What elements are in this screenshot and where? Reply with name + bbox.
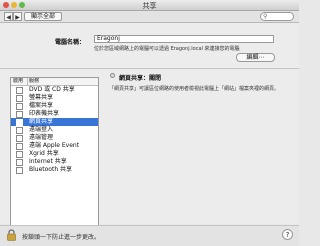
edit-button[interactable]: 編輯⋯	[236, 53, 275, 62]
search-icon: ⚲	[263, 13, 268, 20]
search-field[interactable]: ⚲	[260, 12, 294, 21]
help-button[interactable]: ?	[282, 229, 293, 240]
service-list-header: 啟用 服務	[11, 78, 98, 86]
status-indicator-icon	[110, 73, 115, 78]
computer-name-help: 位於您區域網路上的電腦可以透過 Eragonj.local 來連接您的電腦	[94, 46, 240, 52]
service-label: 遠端 Apple Event	[29, 142, 80, 149]
service-list[interactable]: 啟用 服務 DVD 或 CD 共享 螢幕共享 檔案共享 印表機共享 網頁共享 遠…	[10, 77, 99, 232]
service-checkbox[interactable]	[16, 159, 23, 166]
service-label: 螢幕共享	[29, 94, 54, 101]
column-on[interactable]: 啟用	[13, 78, 23, 85]
service-row[interactable]: 遠端管理	[11, 134, 98, 142]
forward-button[interactable]: ▶	[13, 12, 22, 21]
service-checkbox[interactable]	[16, 127, 23, 134]
service-row[interactable]: Xgrid 共享	[11, 150, 98, 158]
column-service[interactable]: 服務	[29, 78, 39, 85]
show-all-button[interactable]: 顯示全部	[24, 12, 62, 21]
computer-name-label: 電腦名稱：	[55, 39, 86, 46]
service-checkbox[interactable]	[16, 111, 23, 118]
service-row[interactable]: 遠端 Apple Event	[11, 142, 98, 150]
service-checkbox[interactable]	[16, 87, 23, 94]
service-checkbox[interactable]	[16, 151, 23, 158]
sharing-pane: 電腦名稱： Eragonj 位於您區域網路上的電腦可以透過 Eragonj.lo…	[0, 23, 299, 232]
computer-name-input[interactable]: Eragonj	[94, 35, 274, 43]
service-row[interactable]: 螢幕共享	[11, 94, 98, 102]
service-row[interactable]: DVD 或 CD 共享	[11, 86, 98, 94]
service-label: 印表機共享	[29, 110, 60, 117]
service-checkbox[interactable]	[16, 143, 23, 150]
service-label: 遠端管理	[29, 134, 54, 141]
service-label: Bluetooth 共享	[29, 166, 73, 173]
divider	[0, 68, 299, 69]
service-row[interactable]: Bluetooth 共享	[11, 166, 98, 174]
toolbar: ◀ ▶ 顯示全部 ⚲	[0, 11, 299, 23]
service-label: Xgrid 共享	[29, 150, 59, 157]
service-status: 網頁共享：關閉	[119, 75, 162, 82]
service-description: 「網頁共享」可讓區位網路的使用者檢視此電腦上「網站」檔案夾裡的網頁。	[109, 86, 280, 92]
service-label: Internet 共享	[29, 158, 67, 165]
service-row[interactable]: 印表機共享	[11, 110, 98, 118]
title-bar: 共享	[0, 0, 299, 11]
window-title: 共享	[142, 2, 157, 10]
back-button[interactable]: ◀	[4, 12, 13, 21]
service-label: 網頁共享	[29, 118, 54, 125]
column-separator	[27, 78, 28, 85]
service-label: 遠端登入	[29, 126, 54, 133]
service-checkbox[interactable]	[16, 135, 23, 142]
service-label: DVD 或 CD 共享	[29, 86, 75, 93]
service-checkbox[interactable]	[16, 119, 23, 126]
service-checkbox[interactable]	[16, 167, 23, 174]
footer: 按鎖頭一下防止進一步更改。 ?	[0, 225, 299, 246]
service-checkbox[interactable]	[16, 95, 23, 102]
lock-message: 按鎖頭一下防止進一步更改。	[22, 234, 101, 241]
service-row[interactable]: 檔案共享	[11, 102, 98, 110]
service-label: 檔案共享	[29, 102, 54, 109]
service-row[interactable]: 遠端登入	[11, 126, 98, 134]
service-checkbox[interactable]	[16, 103, 23, 110]
service-row[interactable]: Internet 共享	[11, 158, 98, 166]
service-row-selected[interactable]: 網頁共享	[11, 118, 98, 126]
lock-icon[interactable]	[7, 229, 16, 241]
